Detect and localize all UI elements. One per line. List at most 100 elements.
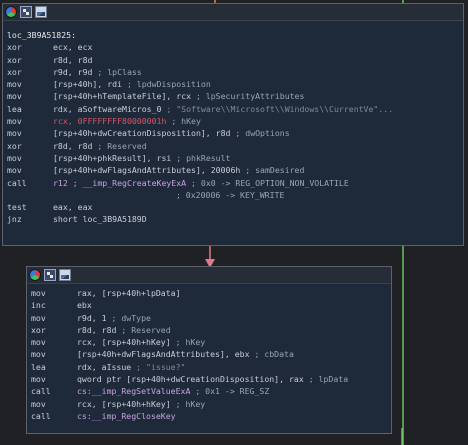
instruction-line[interactable]: mov rcx, [rsp+40h+hKey] ; hKey xyxy=(31,398,387,410)
block-header xyxy=(27,267,391,284)
operands: qword ptr [rsp+40h+dwCreationDisposition… xyxy=(77,374,304,385)
comment: ; lpClass xyxy=(97,66,142,77)
mnemonic: lea xyxy=(7,103,22,114)
comment: ; "issue?" xyxy=(136,361,186,372)
comment: ; samDesired xyxy=(245,165,305,176)
instruction-line[interactable]: xor r9d, r9d ; lpClass xyxy=(7,66,459,78)
operands: rdx, aSoftwareMicros_0 xyxy=(53,103,162,114)
instruction-line[interactable]: mov [rsp+40h+phkResult], rsi ; phkResult xyxy=(7,152,459,164)
comment: ; lpData xyxy=(308,374,349,385)
operands: [rsp+40h+dwFlagsAndAttributes], ebx xyxy=(77,349,250,360)
mnemonic: test xyxy=(7,202,27,213)
mnemonic: call xyxy=(7,177,27,188)
instruction-line[interactable]: xor r8d, r8d ; Reserved xyxy=(7,140,459,152)
code-block-2[interactable]: mov rax, [rsp+40h+lpData] inc ebx mov r9d, 1 … xyxy=(26,266,392,434)
mnemonic: xor xyxy=(7,42,22,53)
operands: cs:__imp_RegCloseKey xyxy=(77,410,176,421)
mnemonic: lea xyxy=(31,361,46,372)
mnemonic: mov xyxy=(7,128,22,139)
instruction-line[interactable]: mov rax, [rsp+40h+lpData] xyxy=(31,287,387,299)
instruction-line[interactable]: mov [rsp+40h+dwFlagsAndAttributes], ebx ;… xyxy=(31,348,387,360)
mnemonic: jnz xyxy=(7,214,22,225)
mnemonic: xor xyxy=(31,324,46,335)
instruction-line[interactable]: mov [rsp+40h+dwFlagsAndAttributes], 20006… xyxy=(7,164,459,176)
operands: rax, [rsp+40h+lpData] xyxy=(77,288,181,298)
instruction-line[interactable]: xor ecx, ecx xyxy=(7,41,459,53)
comment: ; dwOptions xyxy=(235,128,290,139)
operands: r9d, r9d xyxy=(53,66,93,77)
comment: ; phkResult xyxy=(176,152,231,163)
comment: ; hKey xyxy=(175,398,206,409)
operands: [rsp+40h+dwFlagsAndAttributes], 20006h xyxy=(53,165,241,176)
comment: ; 0x1 -> REG_SZ xyxy=(195,386,270,397)
mnemonic: xor xyxy=(7,140,22,151)
operands: [rsp+40h+dwCreationDisposition], r8d xyxy=(53,128,231,139)
mnemonic: mov xyxy=(31,288,46,298)
mnemonic: mov xyxy=(31,312,46,323)
instruction-line[interactable]: lea rdx, aIssue ; "issue?" xyxy=(31,361,387,373)
color-node-icon[interactable] xyxy=(5,6,17,18)
block-code: mov rax, [rsp+40h+lpData] inc ebx mov r9d, 1 … xyxy=(27,284,391,424)
comment: ; cbData xyxy=(254,349,294,360)
mnemonic: mov xyxy=(7,152,22,163)
comment: ; 0x0 -> REG_OPTION_NON_VOLATILE xyxy=(191,177,349,188)
mnemonic: mov xyxy=(31,337,46,348)
graph-view-icon[interactable] xyxy=(44,269,56,281)
comment: ; "Software\\Microsoft\\Windows\\Current… xyxy=(166,103,394,114)
instruction-line[interactable]: mov r9d, 1 ; dwType xyxy=(31,312,387,324)
comment: ; hKey xyxy=(175,337,206,348)
operands: eax, eax xyxy=(53,202,93,213)
instruction-line[interactable]: mov [rsp+40h+dwCreationDisposition], r8d … xyxy=(7,127,459,139)
mnemonic: mov xyxy=(7,79,22,90)
operands: r12 ; __imp_RegCreateKeyExA xyxy=(53,177,187,188)
mnemonic: mov xyxy=(7,116,22,127)
picture-icon[interactable] xyxy=(35,6,47,18)
operands: ecx, ecx xyxy=(53,42,93,53)
mnemonic: mov xyxy=(31,374,46,385)
comment: ; lpdwDisposition xyxy=(126,79,211,90)
operands: [rsp+40h+hTemplateFile], rcx xyxy=(53,91,192,102)
instruction-line[interactable]: mov rcx, 0FFFFFFFF80000001h ; hKey xyxy=(7,115,459,127)
operands: rcx, 0FFFFFFFF80000001h xyxy=(53,116,167,127)
operands: r8d, r8d xyxy=(77,324,117,335)
operands: [rsp+40h], rdi xyxy=(53,79,123,90)
operands: rdx, aIssue xyxy=(77,361,132,372)
comment: ; 0x20006 -> KEY_WRITE xyxy=(175,189,285,200)
instruction-line[interactable]: mov [rsp+40h+hTemplateFile], rcx ; lpSecu… xyxy=(7,90,459,102)
operands: r8d, r8d xyxy=(53,140,93,151)
operands: ebx xyxy=(77,300,92,311)
comment: ; dwType xyxy=(111,312,151,323)
instruction-line[interactable]: mov [rsp+40h], rdi ; lpdwDisposition xyxy=(7,78,459,90)
operands: r8d, r8d xyxy=(53,54,93,65)
comment: ; Reserved xyxy=(97,140,147,151)
operands: cs:__imp_RegSetValueExA xyxy=(77,386,191,397)
picture-icon[interactable] xyxy=(59,269,71,281)
instruction-line[interactable]: call cs:__imp_RegCloseKey xyxy=(31,410,387,422)
instruction-line[interactable]: call r12 ; __imp_RegCreateKeyExA ; 0x0 ->… xyxy=(7,177,459,189)
color-node-icon[interactable] xyxy=(29,269,41,281)
mnemonic: xor xyxy=(7,54,22,65)
mnemonic: mov xyxy=(31,349,46,360)
instruction-line[interactable]: xor r8d, r8d ; Reserved xyxy=(31,324,387,336)
mnemonic: xor xyxy=(7,66,22,77)
mnemonic: mov xyxy=(7,165,22,176)
comment: ; lpSecurityAttributes xyxy=(195,91,305,102)
instruction-line[interactable]: xor r8d, r8d xyxy=(7,54,459,66)
instruction-line[interactable]: test eax, eax xyxy=(7,201,459,213)
mnemonic: mov xyxy=(31,398,46,409)
instruction-line[interactable]: inc ebx xyxy=(31,299,387,311)
block-code: loc_3B9A51825: xor ecx, ecx xor r8d, r8d xor… xyxy=(3,21,463,228)
instruction-line[interactable]: call cs:__imp_RegSetValueExA ; 0x1 -> REG… xyxy=(31,385,387,397)
instruction-line[interactable]: lea rdx, aSoftwareMicros_0 ; "Software\\M… xyxy=(7,103,459,115)
location-label[interactable]: loc_3B9A51825: xyxy=(7,29,459,41)
instruction-line[interactable]: mov qword ptr [rsp+40h+dwCreationDisposit… xyxy=(31,373,387,385)
mnemonic: inc xyxy=(31,300,46,311)
mnemonic: call xyxy=(31,386,51,397)
instruction-line[interactable]: ; 0x20006 -> KEY_WRITE xyxy=(7,189,459,201)
instruction-line[interactable]: jnz short loc_3B9A5189D xyxy=(7,213,459,225)
graph-view-icon[interactable] xyxy=(20,6,32,18)
code-block-1[interactable]: loc_3B9A51825: xor ecx, ecx xor r8d, r8d xor… xyxy=(2,3,464,246)
instruction-line[interactable]: mov rcx, [rsp+40h+hKey] ; hKey xyxy=(31,336,387,348)
operands: r9d, 1 xyxy=(77,312,107,323)
comment: ; hKey xyxy=(171,116,201,127)
